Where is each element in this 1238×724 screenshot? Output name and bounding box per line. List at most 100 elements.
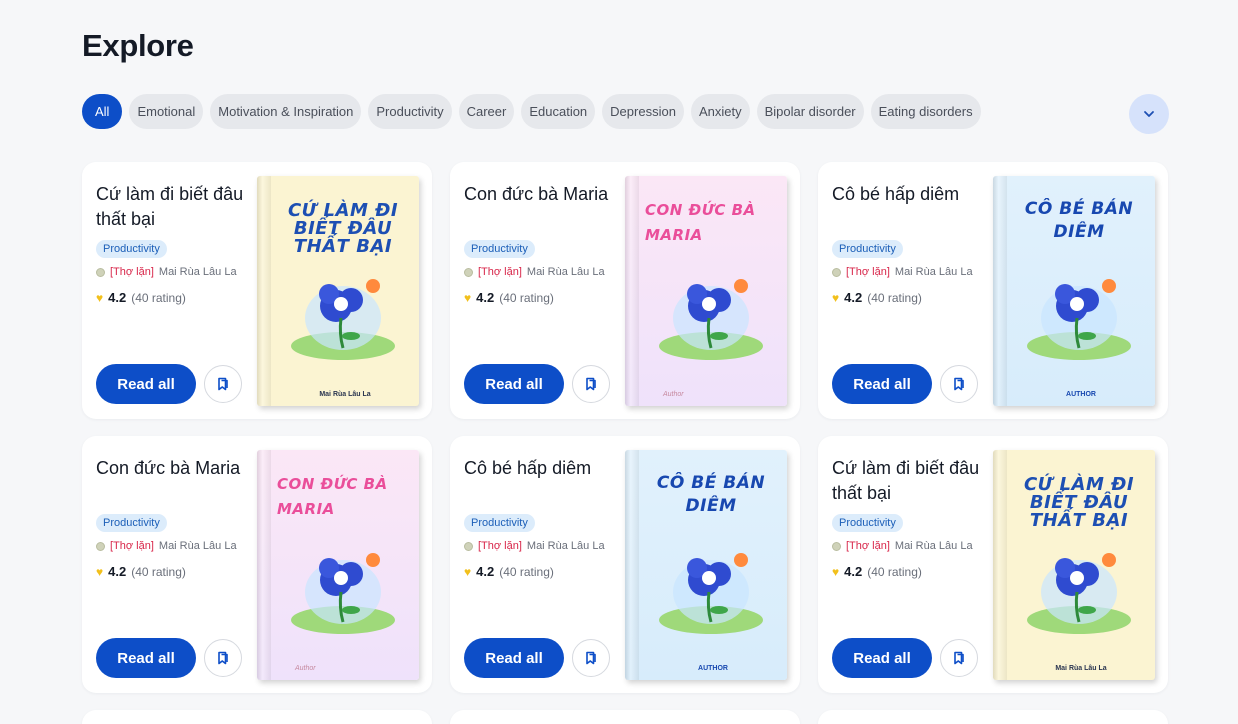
bookmark-icon (954, 651, 964, 665)
book-card[interactable]: Con đức bà Maria Productivity [Thợ lặn] … (450, 162, 800, 419)
cover-author: Mai Rùa Lâu La (319, 391, 371, 398)
cover-author: AUTHOR (1066, 391, 1096, 398)
avatar-dot-icon (96, 541, 105, 551)
cover-illustration (1027, 279, 1131, 360)
avatar-dot-icon (832, 541, 841, 551)
chip-eating-disorders[interactable]: Eating disorders (870, 94, 981, 129)
category-tag: Productivity (464, 240, 535, 258)
bookmark-icon (218, 377, 228, 391)
heart-icon: ♥ (96, 564, 104, 579)
heart-icon: ♥ (464, 564, 472, 579)
author-rank: [Thợ lặn] (846, 266, 890, 278)
book-card[interactable]: Con đức bà Maria Productivity [Thợ lặn] … (82, 436, 432, 693)
author-rank: [Thợ lặn] (846, 540, 890, 552)
book-title: Cô bé hấp diêm (464, 458, 592, 478)
rating: ♥ 4.2 (40 rating) (96, 290, 186, 305)
chip-anxiety[interactable]: Anxiety (690, 94, 750, 129)
read-all-button[interactable]: Read all (832, 364, 932, 404)
chip-all[interactable]: All (82, 94, 123, 129)
book-cover[interactable]: CON ĐỨC BÀ MARIA Author (257, 450, 419, 680)
book-card[interactable]: Cứ làm đi biết đâu thất bại Productivity… (818, 436, 1168, 693)
cover-illustration (1027, 553, 1131, 634)
read-all-button[interactable]: Read all (464, 364, 564, 404)
book-spine (993, 450, 1007, 680)
heart-icon: ♥ (464, 290, 472, 305)
cover-illustration (291, 553, 395, 634)
category-tag: Productivity (96, 514, 167, 532)
author-line: [Thợ lặn] Mai Rùa Lâu La (832, 540, 973, 552)
rating-score: 4.2 (844, 290, 863, 305)
heart-icon: ♥ (96, 290, 104, 305)
expand-filters-button[interactable] (1129, 94, 1169, 134)
cover-title: CỨ LÀM ĐI BIẾT ĐÂU THẤT BẠI (287, 200, 399, 257)
category-tag: Productivity (832, 240, 903, 258)
chip-education[interactable]: Education (521, 94, 596, 129)
author-name: Mai Rùa Lâu La (894, 540, 973, 552)
avatar-dot-icon (832, 267, 841, 277)
chip-depression[interactable]: Depression (602, 94, 684, 129)
book-title: Con đức bà Maria (464, 184, 609, 204)
read-all-button[interactable]: Read all (96, 638, 196, 678)
book-cover[interactable]: CÔ BÉ BÁN DIÊM AUTHOR (993, 176, 1155, 406)
chip-bipolar-disorder[interactable]: Bipolar disorder (756, 94, 864, 129)
cover-author: Author (663, 391, 684, 398)
book-card[interactable]: Cứ làm đi biết đâu thất bại Productivity… (82, 162, 432, 419)
author-rank: [Thợ lặn] (478, 266, 522, 278)
author-name: Mai Rùa Lâu La (526, 540, 605, 552)
category-filter-bar: All Emotional Motivation & Inspiration P… (82, 94, 981, 129)
read-all-button[interactable]: Read all (464, 638, 564, 678)
cover-author: AUTHOR (698, 665, 728, 672)
chip-productivity[interactable]: Productivity (368, 94, 452, 129)
book-cover[interactable]: CỨ LÀM ĐI BIẾT ĐÂU THẤT BẠI Mai Rùa Lâu … (257, 176, 419, 406)
book-spine (625, 176, 639, 406)
book-cover[interactable]: CON ĐỨC BÀ MARIA Author (625, 176, 787, 406)
page-title: Explore (82, 28, 194, 63)
chip-motivation-inspiration[interactable]: Motivation & Inspiration (210, 94, 362, 129)
bookmark-icon (586, 651, 596, 665)
book-card[interactable] (450, 710, 800, 724)
rating-count: (40 rating) (499, 564, 554, 579)
bookmark-button[interactable] (940, 639, 978, 677)
read-all-button[interactable]: Read all (832, 638, 932, 678)
bookmark-button[interactable] (572, 639, 610, 677)
bookmark-button[interactable] (204, 639, 242, 677)
bookmark-button[interactable] (572, 365, 610, 403)
book-card[interactable] (818, 710, 1168, 724)
book-card[interactable] (82, 710, 432, 724)
avatar-dot-icon (464, 267, 473, 277)
book-card[interactable]: Cô bé hấp diêm Productivity [Thợ lặn] Ma… (818, 162, 1168, 419)
bookmark-button[interactable] (940, 365, 978, 403)
book-cover[interactable]: CỨ LÀM ĐI BIẾT ĐÂU THẤT BẠI Mai Rùa Lâu … (993, 450, 1155, 680)
heart-icon: ♥ (832, 564, 840, 579)
rating: ♥ 4.2 (40 rating) (464, 290, 554, 305)
rating: ♥ 4.2 (40 rating) (96, 564, 186, 579)
chip-emotional[interactable]: Emotional (129, 94, 204, 129)
cover-title: CÔ BÉ BÁN DIÊM (656, 473, 766, 516)
book-card[interactable]: Cô bé hấp diêm Productivity [Thợ lặn] Ma… (450, 436, 800, 693)
avatar-dot-icon (96, 267, 105, 277)
cover-title: CÔ BÉ BÁN DIÊM (1024, 199, 1134, 242)
rating-count: (40 rating) (867, 290, 922, 305)
rating-score: 4.2 (476, 290, 495, 305)
author-name: Mai Rùa Lâu La (158, 266, 237, 278)
author-line: [Thợ lặn] Mai Rùa Lâu La (96, 266, 237, 278)
rating-count: (40 rating) (131, 290, 186, 305)
chip-career[interactable]: Career (458, 94, 515, 129)
book-spine (257, 450, 271, 680)
book-cover[interactable]: CÔ BÉ BÁN DIÊM AUTHOR (625, 450, 787, 680)
rating: ♥ 4.2 (40 rating) (464, 564, 554, 579)
bookmark-icon (586, 377, 596, 391)
bookmark-button[interactable] (204, 365, 242, 403)
cover-author: Mai Rùa Lâu La (1055, 665, 1107, 672)
book-title: Cứ làm đi biết đâu thất bại (96, 184, 244, 229)
author-name: Mai Rùa Lâu La (526, 266, 605, 278)
bookmark-icon (218, 651, 228, 665)
chevron-down-icon (1144, 111, 1154, 117)
read-all-button[interactable]: Read all (96, 364, 196, 404)
author-line: [Thợ lặn] Mai Rùa Lâu La (832, 266, 973, 278)
cover-title: CỨ LÀM ĐI BIẾT ĐÂU THẤT BẠI (1023, 474, 1135, 531)
cover-title: CON ĐỨC BÀ MARIA (277, 475, 388, 518)
bookmark-icon (954, 377, 964, 391)
author-rank: [Thợ lặn] (478, 540, 522, 552)
rating: ♥ 4.2 (40 rating) (832, 290, 922, 305)
